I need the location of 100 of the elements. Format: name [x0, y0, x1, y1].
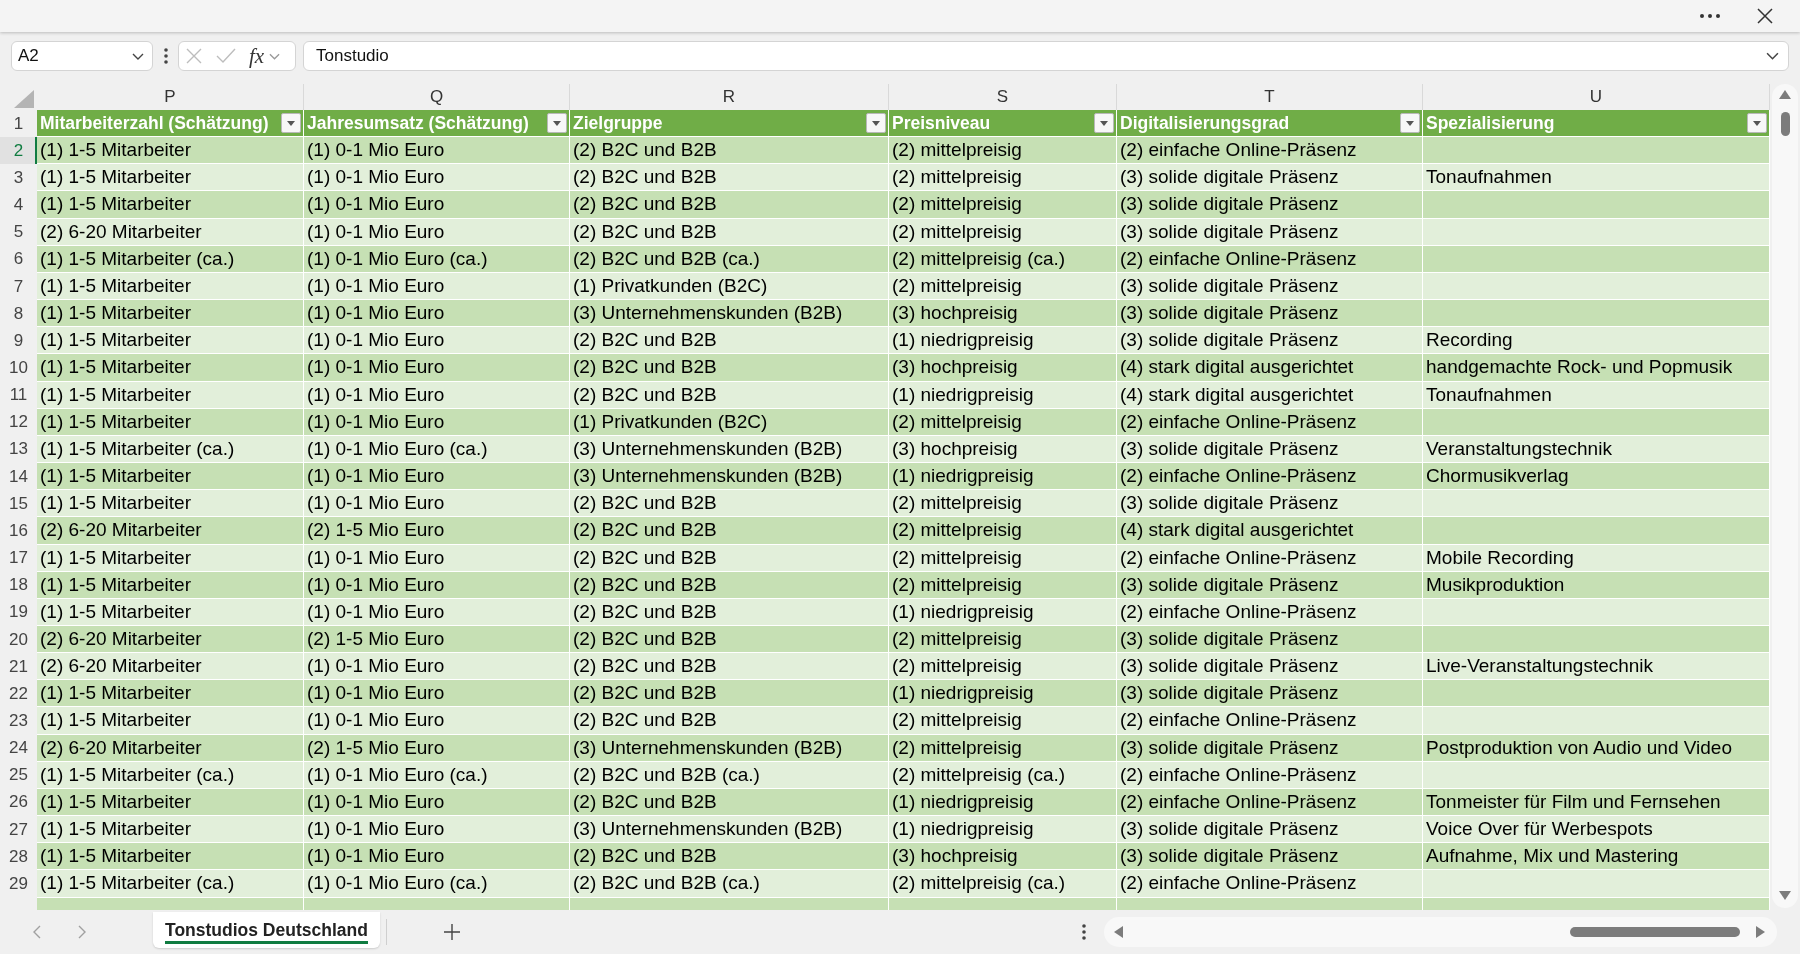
- row-header[interactable]: 4: [0, 191, 37, 219]
- filter-button[interactable]: [866, 113, 886, 134]
- more-vertical-icon[interactable]: [1082, 924, 1086, 940]
- row-header[interactable]: 23: [0, 707, 37, 735]
- row-header[interactable]: 7: [0, 272, 37, 301]
- filter-button[interactable]: [1094, 113, 1114, 134]
- table-cell: (2) B2C und B2B (ca.): [570, 870, 889, 898]
- row-header[interactable]: 9: [0, 327, 37, 355]
- table-cell: (2) einfache Online-Präsenz: [1117, 544, 1423, 572]
- table-cell: Veranstaltungstechnik: [1423, 435, 1770, 464]
- row-header[interactable]: 22: [0, 680, 37, 708]
- table-cell: (2) mittelpreisig (ca.): [889, 245, 1117, 273]
- horizontal-scrollbar[interactable]: [1104, 917, 1777, 947]
- scroll-left-icon[interactable]: [1114, 926, 1123, 938]
- table-cell: (3) solide digitale Präsenz: [1117, 843, 1423, 871]
- table-cell: (1) 0-1 Mio Euro (ca.): [304, 870, 570, 898]
- table-cell: (2) B2C und B2B: [570, 327, 889, 355]
- row-header[interactable]: 15: [0, 490, 37, 518]
- row-header[interactable]: 10: [0, 354, 37, 382]
- column-title: Zielgruppe: [573, 112, 663, 134]
- row-header[interactable]: 16: [0, 517, 37, 545]
- scroll-right-icon[interactable]: [1756, 926, 1765, 938]
- name-box[interactable]: A2: [11, 41, 153, 71]
- more-options-icon[interactable]: [1700, 14, 1720, 18]
- chevron-down-icon[interactable]: [1766, 52, 1779, 60]
- row-header[interactable]: 1: [0, 110, 37, 138]
- row-header[interactable]: 21: [0, 653, 37, 681]
- table-cell: (2) mittelpreisig: [889, 272, 1117, 301]
- more-vertical-icon[interactable]: [164, 48, 168, 64]
- row-header[interactable]: 14: [0, 463, 37, 491]
- scrollbar-thumb[interactable]: [1780, 112, 1790, 136]
- table-cell: (1) 1-5 Mitarbeiter (ca.): [37, 435, 304, 464]
- table-cell: (3) hochpreisig: [889, 435, 1117, 464]
- table-cell: (3) solide digitale Präsenz: [1117, 164, 1423, 192]
- table-cell: Tonaufnahmen: [1423, 381, 1770, 409]
- table-cell: (1) 0-1 Mio Euro: [304, 653, 570, 681]
- row-header[interactable]: 28: [0, 843, 37, 871]
- chevron-right-icon[interactable]: [78, 925, 86, 939]
- row-header[interactable]: 27: [0, 816, 37, 844]
- table-cell: (2) mittelpreisig (ca.): [889, 870, 1117, 898]
- table-cell: (1) 0-1 Mio Euro: [304, 788, 570, 817]
- row-header[interactable]: 13: [0, 435, 37, 464]
- row-header[interactable]: 26: [0, 788, 37, 817]
- table-cell: (2) mittelpreisig: [889, 408, 1117, 436]
- caret-icon: [1753, 120, 1761, 126]
- table-cell: (2) 6-20 Mitarbeiter: [37, 517, 304, 545]
- row-header[interactable]: 5: [0, 218, 37, 246]
- row-header[interactable]: 12: [0, 408, 37, 436]
- scrollbar-thumb[interactable]: [1570, 927, 1740, 937]
- row-header[interactable]: 19: [0, 598, 37, 626]
- filter-button[interactable]: [281, 113, 301, 134]
- table-cell: (3) solide digitale Präsenz: [1117, 490, 1423, 518]
- row-header[interactable]: 2: [0, 137, 37, 165]
- row-header[interactable]: 24: [0, 734, 37, 762]
- close-icon[interactable]: [1757, 8, 1773, 24]
- table-cell: (1) 1-5 Mitarbeiter: [37, 327, 304, 355]
- table-cell: (2) 6-20 Mitarbeiter: [37, 625, 304, 654]
- insert-function-button[interactable]: fx: [249, 43, 265, 69]
- plus-icon[interactable]: [443, 924, 460, 940]
- table-cell: (1) 0-1 Mio Euro: [304, 300, 570, 328]
- formula-input-field[interactable]: Tonstudio: [303, 41, 1789, 71]
- vertical-scrollbar[interactable]: [1772, 84, 1798, 908]
- table-cell: (4) stark digital ausgerichtet: [1117, 381, 1423, 409]
- table-cell: (3) Unternehmenskunden (B2B): [570, 435, 889, 464]
- table-cell: (2) mittelpreisig: [889, 517, 1117, 545]
- row-header[interactable]: 6: [0, 245, 37, 273]
- scroll-down-icon[interactable]: [1779, 891, 1791, 900]
- check-icon[interactable]: [216, 48, 236, 64]
- table-cell: (4) stark digital ausgerichtet: [1117, 517, 1423, 545]
- row-header[interactable]: 25: [0, 761, 37, 789]
- table-cell: (2) einfache Online-Präsenz: [1117, 788, 1423, 817]
- chevron-down-icon[interactable]: [132, 52, 144, 60]
- table-cell: (1) 1-5 Mitarbeiter (ca.): [37, 761, 304, 789]
- table-cell: (2) B2C und B2B: [570, 490, 889, 518]
- row-header[interactable]: 18: [0, 571, 37, 599]
- table-cell: (2) 6-20 Mitarbeiter: [37, 734, 304, 762]
- table-cell: (1) 0-1 Mio Euro: [304, 381, 570, 409]
- table-cell: (2) B2C und B2B (ca.): [570, 245, 889, 273]
- row-header[interactable]: 29: [0, 870, 37, 898]
- table-cell: (3) hochpreisig: [889, 300, 1117, 328]
- table-cell: (2) mittelpreisig: [889, 218, 1117, 246]
- row-header[interactable]: 8: [0, 300, 37, 328]
- table-cell: (2) einfache Online-Präsenz: [1117, 463, 1423, 491]
- filter-button[interactable]: [1747, 113, 1767, 134]
- filter-button[interactable]: [547, 113, 567, 134]
- table-cell: Musikproduktion: [1423, 571, 1770, 599]
- sheet-tab[interactable]: Tonstudios Deutschland: [153, 912, 380, 948]
- row-header[interactable]: 20: [0, 625, 37, 654]
- scroll-up-icon[interactable]: [1779, 90, 1791, 99]
- table-cell: (1) niedrigpreisig: [889, 463, 1117, 491]
- row-header[interactable]: 11: [0, 381, 37, 409]
- table-cell: (1) 1-5 Mitarbeiter: [37, 598, 304, 626]
- formula-text: Tonstudio: [316, 46, 389, 66]
- chevron-left-icon[interactable]: [33, 925, 41, 939]
- filter-button[interactable]: [1400, 113, 1420, 134]
- table-cell: (1) 1-5 Mitarbeiter: [37, 300, 304, 328]
- row-header[interactable]: 17: [0, 544, 37, 572]
- table-cell: (3) solide digitale Präsenz: [1117, 653, 1423, 681]
- table-cell: (1) Privatkunden (B2C): [570, 272, 889, 301]
- row-header[interactable]: 3: [0, 164, 37, 192]
